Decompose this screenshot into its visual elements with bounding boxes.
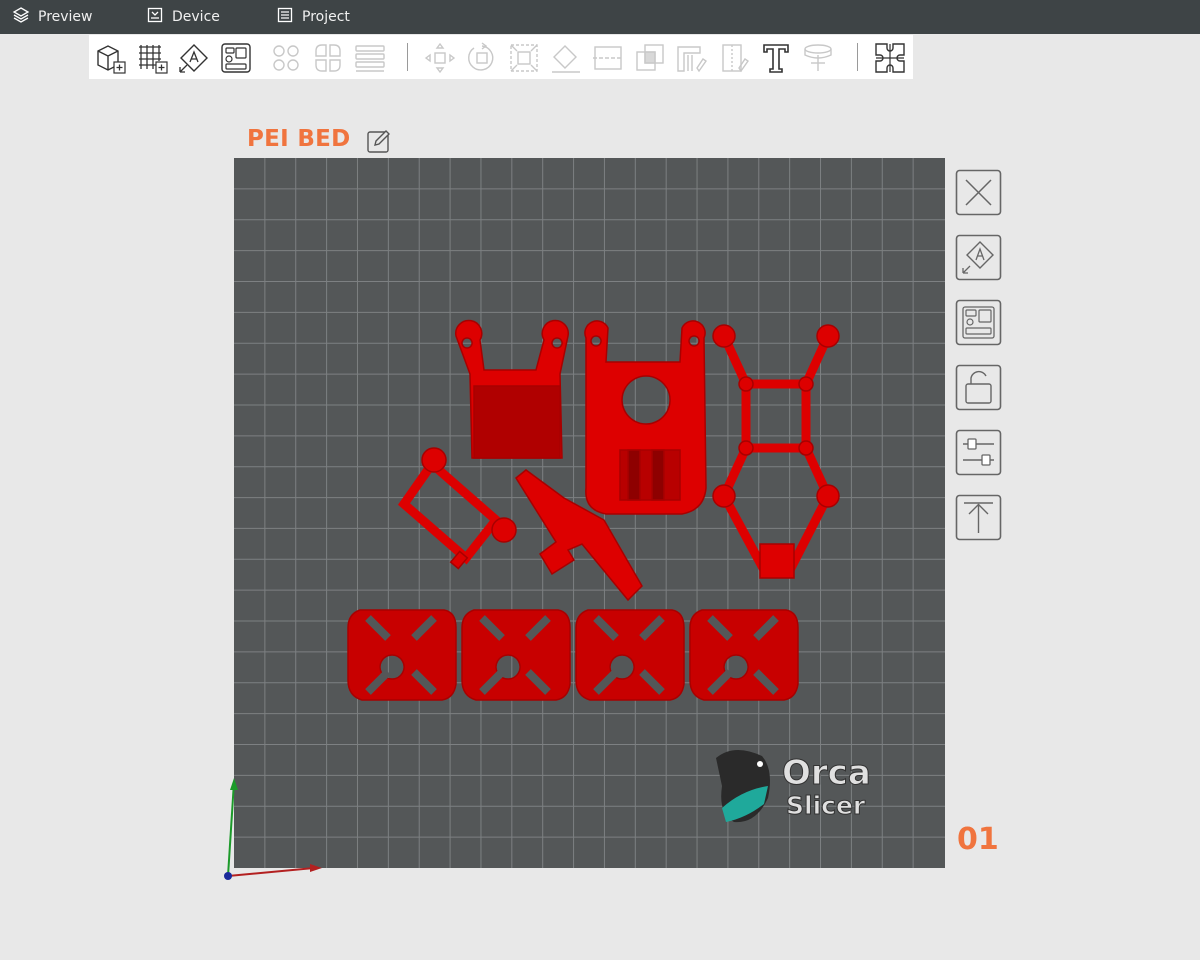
delete-plate-button[interactable]	[955, 169, 1002, 216]
layers-settings-icon[interactable]	[353, 41, 387, 75]
model-part[interactable]	[575, 609, 685, 701]
lock-plate-icon	[955, 364, 1002, 411]
model-part[interactable]	[461, 609, 571, 701]
rotate-icon[interactable]	[465, 41, 499, 75]
add-object-icon[interactable]	[93, 41, 127, 75]
model-part[interactable]	[347, 609, 457, 701]
toolbar-divider	[407, 43, 408, 71]
plate-settings-icon	[955, 429, 1002, 476]
arrange-plate-icon	[955, 299, 1002, 346]
build-plate[interactable]: Orca Slicer	[234, 158, 945, 868]
boolean-icon[interactable]	[633, 41, 667, 75]
device-icon	[146, 6, 164, 28]
arrange-icon[interactable]	[219, 41, 253, 75]
project-icon	[276, 6, 294, 28]
model-part[interactable]	[689, 609, 799, 701]
edit-plate-name-icon[interactable]	[366, 128, 392, 154]
text-icon[interactable]	[759, 41, 793, 75]
tab-preview-label: Preview	[38, 9, 93, 25]
layers-icon	[12, 6, 30, 28]
tab-project-label: Project	[302, 9, 350, 25]
move-plate-up-button[interactable]	[955, 494, 1002, 541]
logo-line1: Orca	[782, 753, 871, 793]
plate-settings-button[interactable]	[955, 429, 1002, 476]
measure-icon[interactable]	[801, 41, 835, 75]
auto-orient-icon[interactable]	[177, 41, 211, 75]
scale-icon[interactable]	[507, 41, 541, 75]
plate-number: 01	[957, 822, 999, 857]
auto-orient-plate-icon	[955, 234, 1002, 281]
move-icon[interactable]	[423, 41, 457, 75]
logo-line2: Slicer	[786, 791, 866, 820]
arrange-plate-button[interactable]	[955, 299, 1002, 346]
lock-plate-button[interactable]	[955, 364, 1002, 411]
seam-paint-icon[interactable]	[717, 41, 751, 75]
auto-orient-plate-button[interactable]	[955, 234, 1002, 281]
split-parts-icon[interactable]	[311, 41, 345, 75]
move-plate-up-icon	[955, 494, 1002, 541]
split-objects-icon[interactable]	[269, 41, 303, 75]
axes-gizmo	[218, 776, 328, 886]
toolbar-divider	[857, 43, 858, 71]
assembly-icon[interactable]	[873, 41, 907, 75]
top-menu-bar: Preview Device Project	[0, 0, 1200, 34]
delete-plate-icon	[955, 169, 1002, 216]
lay-on-face-icon[interactable]	[549, 41, 583, 75]
tab-device[interactable]: Device	[146, 0, 220, 34]
tab-preview[interactable]: Preview	[12, 0, 93, 34]
plate-name: PEI BED	[247, 126, 351, 152]
tab-project[interactable]: Project	[276, 0, 350, 34]
support-paint-icon[interactable]	[675, 41, 709, 75]
cut-icon[interactable]	[591, 41, 625, 75]
tab-device-label: Device	[172, 9, 220, 25]
main-toolbar	[89, 35, 913, 79]
add-plate-icon[interactable]	[135, 41, 169, 75]
